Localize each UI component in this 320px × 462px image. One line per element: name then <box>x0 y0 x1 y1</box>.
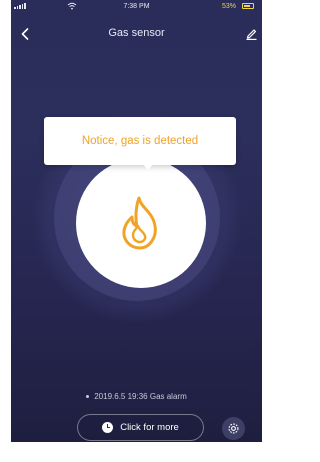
pencil-icon <box>246 29 256 40</box>
settings-button[interactable] <box>222 417 245 440</box>
bullet-dot <box>86 394 90 398</box>
page-title: Gas sensor <box>108 27 165 39</box>
header: Gas sensor <box>11 22 262 46</box>
gear-icon <box>228 423 239 434</box>
status-bar: 7:38 PM 53% <box>11 0 262 14</box>
alarm-log-text: 2019.6.5 19:36 Gas alarm <box>94 392 187 401</box>
battery-percent: 53% <box>222 3 237 10</box>
gas-notice-popup: Notice, gas is detected <box>44 117 236 165</box>
alarm-log-entry: 2019.6.5 19:36 Gas alarm <box>11 392 262 401</box>
flame-icon <box>122 196 157 250</box>
click-for-more-label: Click for more <box>120 422 179 433</box>
clock-icon <box>102 422 114 433</box>
click-for-more-button[interactable]: Click for more <box>77 414 204 441</box>
notice-text: Notice, gas is detected <box>81 135 199 147</box>
gas-sensor-screen: 7:38 PM 53% Gas sensor Notice, gas is de… <box>11 0 262 442</box>
edit-button[interactable] <box>243 25 259 43</box>
back-button[interactable] <box>17 24 33 44</box>
battery-icon <box>242 3 254 9</box>
notice-pointer <box>142 163 154 170</box>
sensor-status-circle <box>76 158 206 288</box>
chevron-left-icon <box>21 28 29 40</box>
